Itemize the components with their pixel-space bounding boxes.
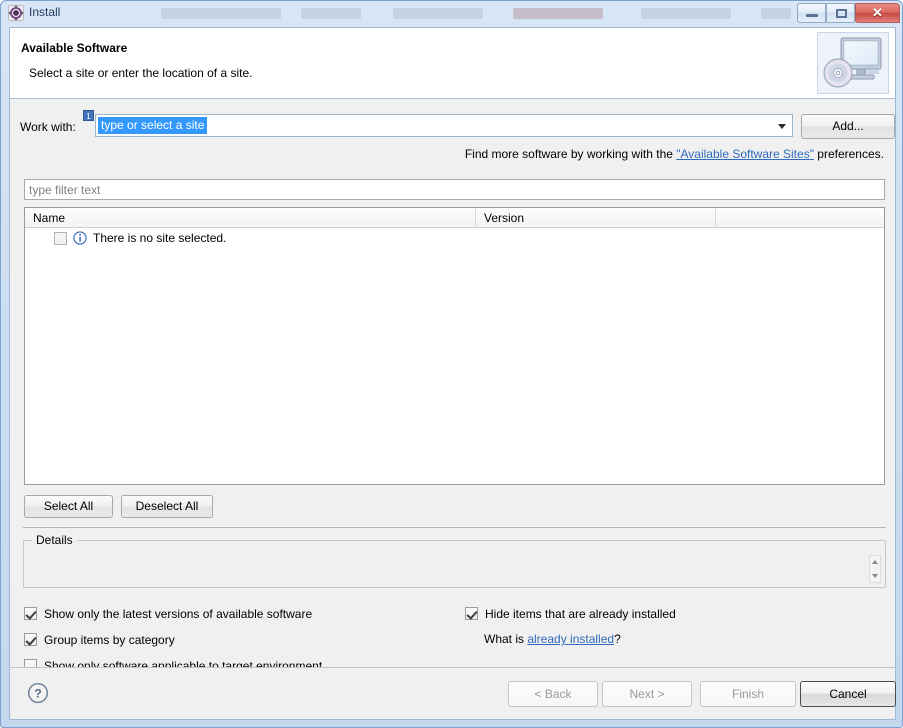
cancel-button[interactable]: Cancel [800,681,896,707]
find-more-suffix: preferences. [813,147,884,161]
details-legend: Details [32,533,77,547]
details-scrollbar[interactable] [869,555,881,583]
background-window-remnant [301,8,361,19]
what-is-suffix: ? [614,632,621,646]
close-button[interactable]: ✕ [855,3,900,23]
filter-placeholder: type filter text [29,183,101,197]
find-more-prefix: Find more software by working with the [464,147,677,161]
wizard-banner: Available Software Select a site or ente… [9,27,896,99]
row-checkbox[interactable] [54,232,67,245]
work-with-label: Work with: [20,120,76,134]
column-header-version[interactable]: Version [476,208,716,228]
maximize-icon [836,9,847,18]
install-dialog-window: Install ✕ Available Software Select a si… [0,0,903,728]
scroll-down-icon[interactable] [872,574,878,578]
help-icon[interactable]: ? [26,681,50,705]
background-window-remnant [513,8,603,19]
close-icon: ✕ [872,5,883,20]
scroll-up-icon[interactable] [872,560,878,564]
minimize-button[interactable] [797,3,826,23]
info-icon [73,231,87,245]
svg-text:?: ? [34,687,41,701]
column-header-name[interactable]: Name [25,208,476,228]
background-window-remnant [761,8,791,19]
available-software-table[interactable]: Name Version There is no site selected. [24,207,885,485]
chevron-down-icon[interactable] [778,124,786,129]
work-with-combo[interactable]: type or select a site [95,114,793,137]
title-bar[interactable]: Install ✕ [1,1,903,27]
option-group-by-category[interactable]: Group items by category [24,632,175,647]
checkbox[interactable] [465,607,478,621]
table-row[interactable]: There is no site selected. [25,228,884,250]
checkbox[interactable] [24,607,37,621]
available-software-sites-link[interactable]: "Available Software Sites" [676,147,814,161]
page-content: Work with: 1 type or select a site Add..… [9,99,896,699]
dialog-button-bar: ? < Back Next > Finish Cancel [9,667,896,720]
section-divider [23,527,886,528]
window-controls: ✕ [797,3,900,23]
checkbox[interactable] [24,633,37,647]
add-site-button[interactable]: Add... [801,114,895,139]
minimize-icon [806,14,818,17]
details-group: Details [23,533,886,588]
filter-input[interactable]: type filter text [24,179,885,200]
background-window-remnant [393,8,483,19]
page-subtitle: Select a site or enter the location of a… [29,66,253,80]
deselect-all-button[interactable]: Deselect All [121,495,213,518]
option-hide-installed[interactable]: Hide items that are already installed [465,606,676,621]
option-label: Hide items that are already installed [485,606,676,621]
install-gear-icon [8,5,24,21]
already-installed-link[interactable]: already installed [527,632,614,646]
find-more-software-text: Find more software by working with the "… [465,147,884,161]
work-with-badge: 1 [83,110,94,121]
background-window-remnant [641,8,731,19]
option-show-latest-versions[interactable]: Show only the latest versions of availab… [24,606,312,621]
computer-with-disc-icon [817,32,889,94]
back-button[interactable]: < Back [508,681,598,707]
what-is-prefix: What is [484,632,528,646]
row-name-cell: There is no site selected. [93,231,227,245]
what-is-already-installed-text: What is already installed? [484,632,621,646]
option-label: Group items by category [44,632,175,647]
finish-button[interactable]: Finish [700,681,796,707]
select-all-button[interactable]: Select All [24,495,113,518]
page-title: Available Software [21,41,128,55]
window-title: Install [29,5,61,19]
option-label: Show only the latest versions of availab… [44,606,313,621]
work-with-input-value[interactable]: type or select a site [98,117,208,134]
background-window-remnant [161,8,281,19]
maximize-button[interactable] [826,3,855,23]
table-header: Name Version [25,208,884,228]
column-header-blank[interactable] [716,208,884,228]
next-button[interactable]: Next > [602,681,692,707]
